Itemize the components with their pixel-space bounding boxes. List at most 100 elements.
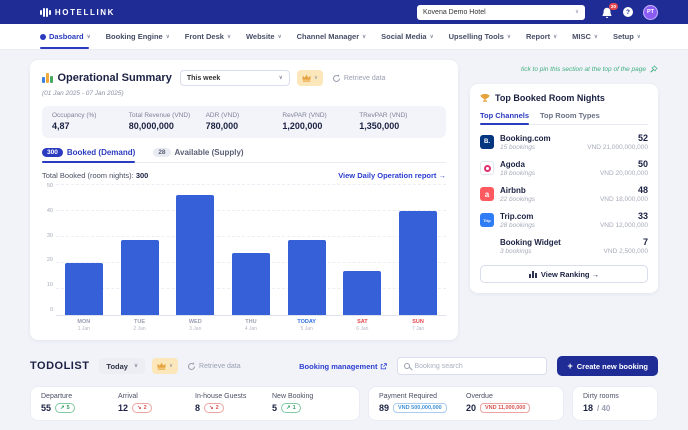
tab-count-badge: 300 <box>42 148 63 157</box>
todo-period-value: Today <box>106 362 128 371</box>
nav-item-setup[interactable]: Setup∨ <box>613 24 641 49</box>
retrieve-data-label: Retrieve data <box>199 363 241 370</box>
todo-period-select[interactable]: Today ∨ <box>99 358 145 374</box>
channel-info: Agoda18 bookings <box>500 160 535 177</box>
nav-item-social-media[interactable]: Social Media ∨ <box>381 24 433 49</box>
stat-value: 1,350,000 <box>359 121 436 131</box>
tab-booked-demand[interactable]: 300 Booked (Demand) <box>42 148 135 162</box>
nav-item-label: Setup <box>613 32 634 41</box>
tab-top-room-types[interactable]: Top Room Types <box>540 111 600 124</box>
tab-top-channels[interactable]: Top Channels <box>480 111 529 124</box>
tab-available-supply[interactable]: 28 Available (Supply) <box>153 148 243 162</box>
channel-row-booking-com: B.Booking.com15 bookings52VND 21,000,000… <box>480 133 648 151</box>
trip-com-icon: Trip <box>480 213 494 227</box>
user-avatar[interactable]: PT <box>643 5 658 20</box>
chevron-down-icon: ∨ <box>362 34 366 40</box>
todo-badge-text: 2 <box>144 405 147 411</box>
chevron-down-icon: ∨ <box>314 75 318 81</box>
pin-icon <box>649 65 658 74</box>
channel-bookings: 15 bookings <box>500 144 551 151</box>
section-title: Operational Summary <box>58 72 172 84</box>
channel-name: Trip.com <box>500 212 535 221</box>
stat-label: RevPAR (VND) <box>282 112 359 119</box>
topbar-icons: 20 ? PT <box>601 5 658 20</box>
chevron-down-icon: ∨ <box>430 34 434 40</box>
todo-item-value-row: 18/ 40 <box>583 403 647 413</box>
chevron-down-icon: ∨ <box>279 75 283 81</box>
tab-count-badge: 28 <box>153 148 170 157</box>
channel-row-airbnb: aAirbnb22 bookings48VND 18,000,000 <box>480 185 648 203</box>
total-booked-label: Total Booked (room nights): 300 <box>42 171 148 180</box>
period-select[interactable]: This week ∨ <box>180 70 290 86</box>
stats-box: Occupancy (%)4,87Total Revenue (VND)80,0… <box>42 106 446 138</box>
channel-revenue: VND 2,500,000 <box>604 248 648 255</box>
notification-count-badge: 20 <box>609 3 618 10</box>
nav-item-label: Booking Engine <box>106 32 163 41</box>
hotellink-logo: HOTELLINK <box>40 7 115 17</box>
gridline <box>56 184 446 185</box>
channel-bookings: 18 bookings <box>500 170 535 177</box>
nav-item-website[interactable]: Website∨ <box>246 24 282 49</box>
y-tick-label: 20 <box>42 257 53 263</box>
booking-com-icon: B. <box>480 135 494 149</box>
view-daily-report-link[interactable]: View Daily Operation report → <box>338 171 446 180</box>
external-link-icon <box>380 363 387 370</box>
todo-item-label: Overdue <box>466 393 553 400</box>
view-ranking-button[interactable]: View Ranking → <box>480 265 648 283</box>
channel-name: Airbnb <box>500 186 535 195</box>
todo-retrieve-button[interactable]: Retrieve data <box>187 362 241 371</box>
bar-today <box>288 240 326 315</box>
trophy-icon <box>480 93 490 103</box>
todo-item-label: Arrival <box>118 393 195 400</box>
stat-value: 4,87 <box>52 121 129 131</box>
nav-item-label: Social Media <box>381 32 426 41</box>
tab-label: Booked (Demand) <box>67 148 135 157</box>
total-booked-value: 300 <box>136 171 149 180</box>
bar-sun <box>399 211 437 315</box>
channel-revenue: VND 21,000,000,000 <box>587 144 648 151</box>
booking-search[interactable] <box>397 357 547 375</box>
channel-nights: 33 <box>600 211 648 221</box>
nav-item-front-desk[interactable]: Front Desk∨ <box>185 24 231 49</box>
chart-plot <box>56 186 446 316</box>
todo-item-value: 5 <box>272 403 277 413</box>
page-content: Operational Summary This week ∨ ∨ Retrie… <box>0 50 688 421</box>
pin-section-toggle[interactable]: tick to pin this section at the top of t… <box>470 65 658 74</box>
todo-badge-text: 1 <box>293 405 296 411</box>
channel-row-trip-com: TripTrip.com28 bookings33VND 12,000,000 <box>480 211 648 229</box>
y-tick-label: 30 <box>42 233 53 239</box>
x-label-day: MON <box>65 319 103 325</box>
hotellink-logo-icon <box>40 7 51 17</box>
stat-occupancy: Occupancy (%)4,87 <box>52 112 129 131</box>
chevron-down-icon: ∨ <box>134 363 138 369</box>
nav-item-channel-manager[interactable]: Channel Manager∨ <box>297 24 367 49</box>
hotel-select[interactable]: Kovena Demo Hotel ∨ <box>417 5 585 20</box>
todo-item-value: 8 <box>195 403 200 413</box>
channel-nights: 48 <box>600 185 648 195</box>
booking-search-input[interactable] <box>414 363 540 370</box>
currency-button[interactable]: ∨ <box>297 70 323 86</box>
nav-item-misc[interactable]: MISC∨ <box>572 24 598 49</box>
booking-management-link[interactable]: Booking management <box>299 362 387 371</box>
channel-icon-glyph: Trip <box>483 218 490 223</box>
help-icon[interactable]: ? <box>623 7 633 17</box>
todo-badge-amount-red: VND 11,000,000 <box>480 403 530 413</box>
todo-currency-button[interactable]: ∨ <box>152 358 178 374</box>
nav-item-booking-engine[interactable]: Booking Engine∨ <box>106 24 170 49</box>
create-new-booking-button[interactable]: + Create new booking <box>557 356 658 376</box>
view-ranking-label: View Ranking → <box>541 270 599 279</box>
trend-down-icon: ↘ <box>137 405 142 411</box>
nav-item-dasboard[interactable]: Dasboard∨ <box>40 24 91 49</box>
tab-label: Available (Supply) <box>175 148 244 157</box>
create-new-booking-label: Create new booking <box>577 362 648 371</box>
todo-badge-down: ↘2 <box>204 403 224 413</box>
top-booked-title: Top Booked Room Nights <box>495 93 605 103</box>
retrieve-data-button[interactable]: Retrieve data <box>332 74 386 83</box>
channel-nights: 50 <box>600 159 648 169</box>
nav-item-report[interactable]: Report∨ <box>526 24 557 49</box>
todolist-title: TODOLIST <box>30 360 89 372</box>
x-label-day: SUN <box>399 319 437 325</box>
stat-value: 80,000,000 <box>129 121 206 131</box>
nav-item-upselling-tools[interactable]: Upselling Tools∨ <box>449 24 511 49</box>
notification-bell-button[interactable]: 20 <box>601 6 613 18</box>
